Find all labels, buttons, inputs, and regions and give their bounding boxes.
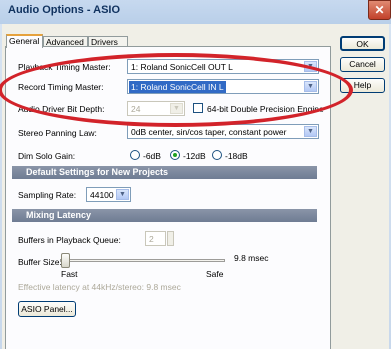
window-title: Audio Options - ASIO bbox=[8, 4, 121, 16]
panning-law-label: Stereo Panning Law: bbox=[18, 128, 97, 138]
buffer-size-track bbox=[60, 259, 225, 262]
defaults-section-header: Default Settings for New Projects bbox=[12, 166, 317, 179]
buffers-queue-value: 2 bbox=[149, 234, 154, 244]
buffers-queue-spinner[interactable] bbox=[167, 231, 174, 246]
tab-general[interactable]: General bbox=[6, 34, 43, 48]
sampling-rate-select[interactable]: 44100 ▼ bbox=[86, 187, 131, 202]
dim-solo-radio-6[interactable] bbox=[130, 150, 140, 160]
buffer-size-slider-thumb[interactable] bbox=[61, 253, 70, 268]
ok-button[interactable]: OK bbox=[340, 36, 385, 51]
highlight-annotation bbox=[0, 53, 353, 127]
close-button[interactable]: ✕ bbox=[368, 0, 391, 20]
asio-panel-button[interactable]: ASIO Panel... bbox=[18, 301, 76, 317]
panning-law-value: 0dB center, sin/cos taper, constant powe… bbox=[131, 127, 287, 137]
chevron-down-icon[interactable]: ▼ bbox=[116, 189, 129, 200]
chevron-down-icon[interactable]: ▼ bbox=[304, 126, 317, 137]
slider-fast-label: Fast bbox=[61, 269, 78, 279]
sampling-rate-label: Sampling Rate: bbox=[18, 190, 77, 200]
dim-solo-option-6: -6dB bbox=[143, 151, 161, 161]
effective-latency-text: Effective latency at 44kHz/stereo: 9.8 m… bbox=[18, 282, 181, 292]
slider-safe-label: Safe bbox=[206, 269, 224, 279]
dim-solo-option-18: -18dB bbox=[225, 151, 248, 161]
buffers-queue-label: Buffers in Playback Queue: bbox=[18, 235, 121, 245]
latency-section-header: Mixing Latency bbox=[12, 209, 317, 222]
buffers-queue-input[interactable]: 2 bbox=[145, 231, 166, 246]
buffer-size-value: 9.8 msec bbox=[234, 253, 269, 263]
buffer-size-label: Buffer Size: bbox=[18, 257, 62, 267]
dim-solo-radio-18[interactable] bbox=[212, 150, 222, 160]
dim-solo-radio-12[interactable] bbox=[170, 150, 180, 160]
sampling-rate-value: 44100 bbox=[90, 190, 114, 200]
close-icon: ✕ bbox=[374, 3, 385, 17]
dim-solo-label: Dim Solo Gain: bbox=[18, 151, 76, 161]
cancel-button[interactable]: Cancel bbox=[340, 57, 385, 72]
dim-solo-option-12: -12dB bbox=[183, 151, 206, 161]
